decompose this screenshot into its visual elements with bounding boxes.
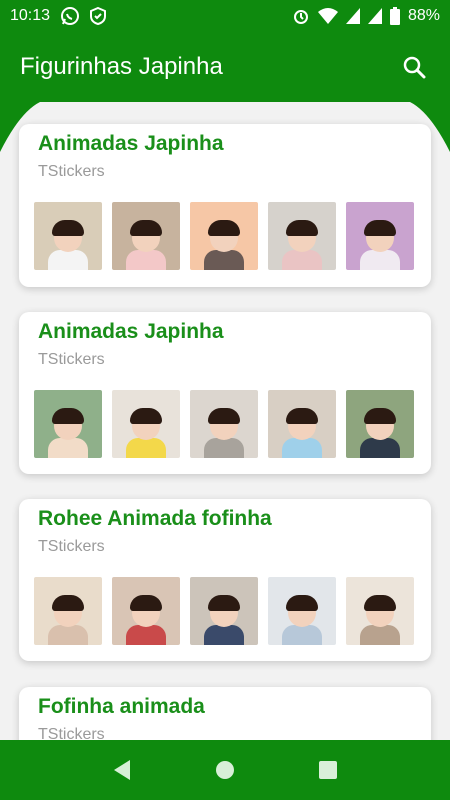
sticker-figure-hair — [286, 220, 318, 236]
sticker-figure-hair — [364, 595, 396, 611]
wifi-icon — [317, 8, 338, 24]
whatsapp-icon — [60, 6, 80, 26]
sticker-pack-card[interactable]: Rohee Animada fofinha TStickers — [19, 499, 431, 661]
app-bar: Figurinhas Japinha — [0, 32, 450, 102]
sticker-thumbnail — [190, 577, 258, 645]
sticker-figure-body — [282, 625, 322, 645]
sticker-figure-body — [204, 625, 244, 645]
sticker-thumbnail — [190, 390, 258, 458]
sticker-figure-body — [360, 438, 400, 458]
sticker-thumbnail — [346, 390, 414, 458]
battery-icon — [389, 7, 400, 25]
sticker-thumbnail — [112, 202, 180, 270]
home-button[interactable] — [205, 750, 245, 790]
pack-title: Fofinha animada — [38, 695, 205, 718]
app-title: Figurinhas Japinha — [20, 53, 223, 80]
sticker-figure-hair — [364, 220, 396, 236]
sticker-thumbnail — [268, 202, 336, 270]
sticker-thumbnail — [346, 577, 414, 645]
sticker-figure-hair — [52, 595, 84, 611]
sticker-pack-card[interactable]: Animadas Japinha TStickers — [19, 124, 431, 287]
sticker-figure-body — [282, 250, 322, 270]
sticker-pack-card[interactable]: Fofinha animada TStickers — [19, 687, 431, 740]
sticker-figure-hair — [286, 408, 318, 424]
status-right: 88% — [292, 7, 440, 25]
sticker-figure-hair — [364, 408, 396, 424]
sticker-thumbnail — [34, 390, 102, 458]
sticker-thumbnail — [346, 202, 414, 270]
sticker-figure-body — [204, 250, 244, 270]
sticker-pack-list[interactable]: Animadas Japinha TStickers Animadas Japi… — [0, 102, 450, 740]
sticker-thumbnail — [34, 202, 102, 270]
back-button[interactable] — [102, 750, 142, 790]
pack-thumbnails — [34, 577, 414, 645]
sticker-figure-body — [126, 625, 166, 645]
sticker-figure-body — [360, 625, 400, 645]
sticker-figure-hair — [52, 220, 84, 236]
pack-author: TStickers — [38, 538, 105, 555]
sticker-pack-card[interactable]: Animadas Japinha TStickers — [19, 312, 431, 474]
sticker-figure-hair — [208, 408, 240, 424]
pack-author: TStickers — [38, 726, 105, 740]
back-icon — [113, 760, 130, 780]
sticker-figure-body — [48, 250, 88, 270]
recents-button[interactable] — [308, 750, 348, 790]
sticker-thumbnail — [34, 577, 102, 645]
signal-icon — [367, 8, 382, 24]
sticker-thumbnail — [190, 202, 258, 270]
sticker-figure-hair — [130, 595, 162, 611]
sticker-thumbnail — [268, 577, 336, 645]
signal-icon — [345, 8, 360, 24]
battery-percent: 88% — [407, 7, 440, 24]
alarm-icon — [292, 7, 310, 25]
sticker-figure-body — [126, 250, 166, 270]
status-left: 10:13 — [10, 6, 107, 26]
sticker-figure-hair — [208, 220, 240, 236]
status-time: 10:13 — [10, 7, 51, 24]
sticker-figure-hair — [286, 595, 318, 611]
sticker-figure-body — [360, 250, 400, 270]
pack-title: Animadas Japinha — [38, 320, 224, 343]
pack-thumbnails — [34, 202, 414, 270]
pack-author: TStickers — [38, 351, 105, 368]
shield-icon — [90, 7, 107, 25]
sticker-figure-body — [48, 625, 88, 645]
sticker-figure-body — [282, 438, 322, 458]
sticker-thumbnail — [112, 577, 180, 645]
navigation-bar — [0, 740, 450, 800]
pack-author: TStickers — [38, 163, 105, 180]
status-bar: 10:13 88% — [0, 0, 450, 32]
pack-title: Rohee Animada fofinha — [38, 507, 272, 530]
search-icon — [403, 56, 426, 79]
pack-thumbnails — [34, 390, 414, 458]
sticker-figure-body — [204, 438, 244, 458]
sticker-figure-body — [48, 438, 88, 458]
sticker-figure-hair — [130, 408, 162, 424]
sticker-thumbnail — [112, 390, 180, 458]
home-icon — [215, 761, 234, 779]
search-button[interactable] — [398, 51, 430, 83]
pack-title: Animadas Japinha — [38, 132, 224, 155]
recents-icon — [319, 761, 338, 779]
sticker-figure-hair — [130, 220, 162, 236]
sticker-figure-body — [126, 438, 166, 458]
sticker-figure-hair — [208, 595, 240, 611]
sticker-figure-hair — [52, 408, 84, 424]
sticker-thumbnail — [268, 390, 336, 458]
